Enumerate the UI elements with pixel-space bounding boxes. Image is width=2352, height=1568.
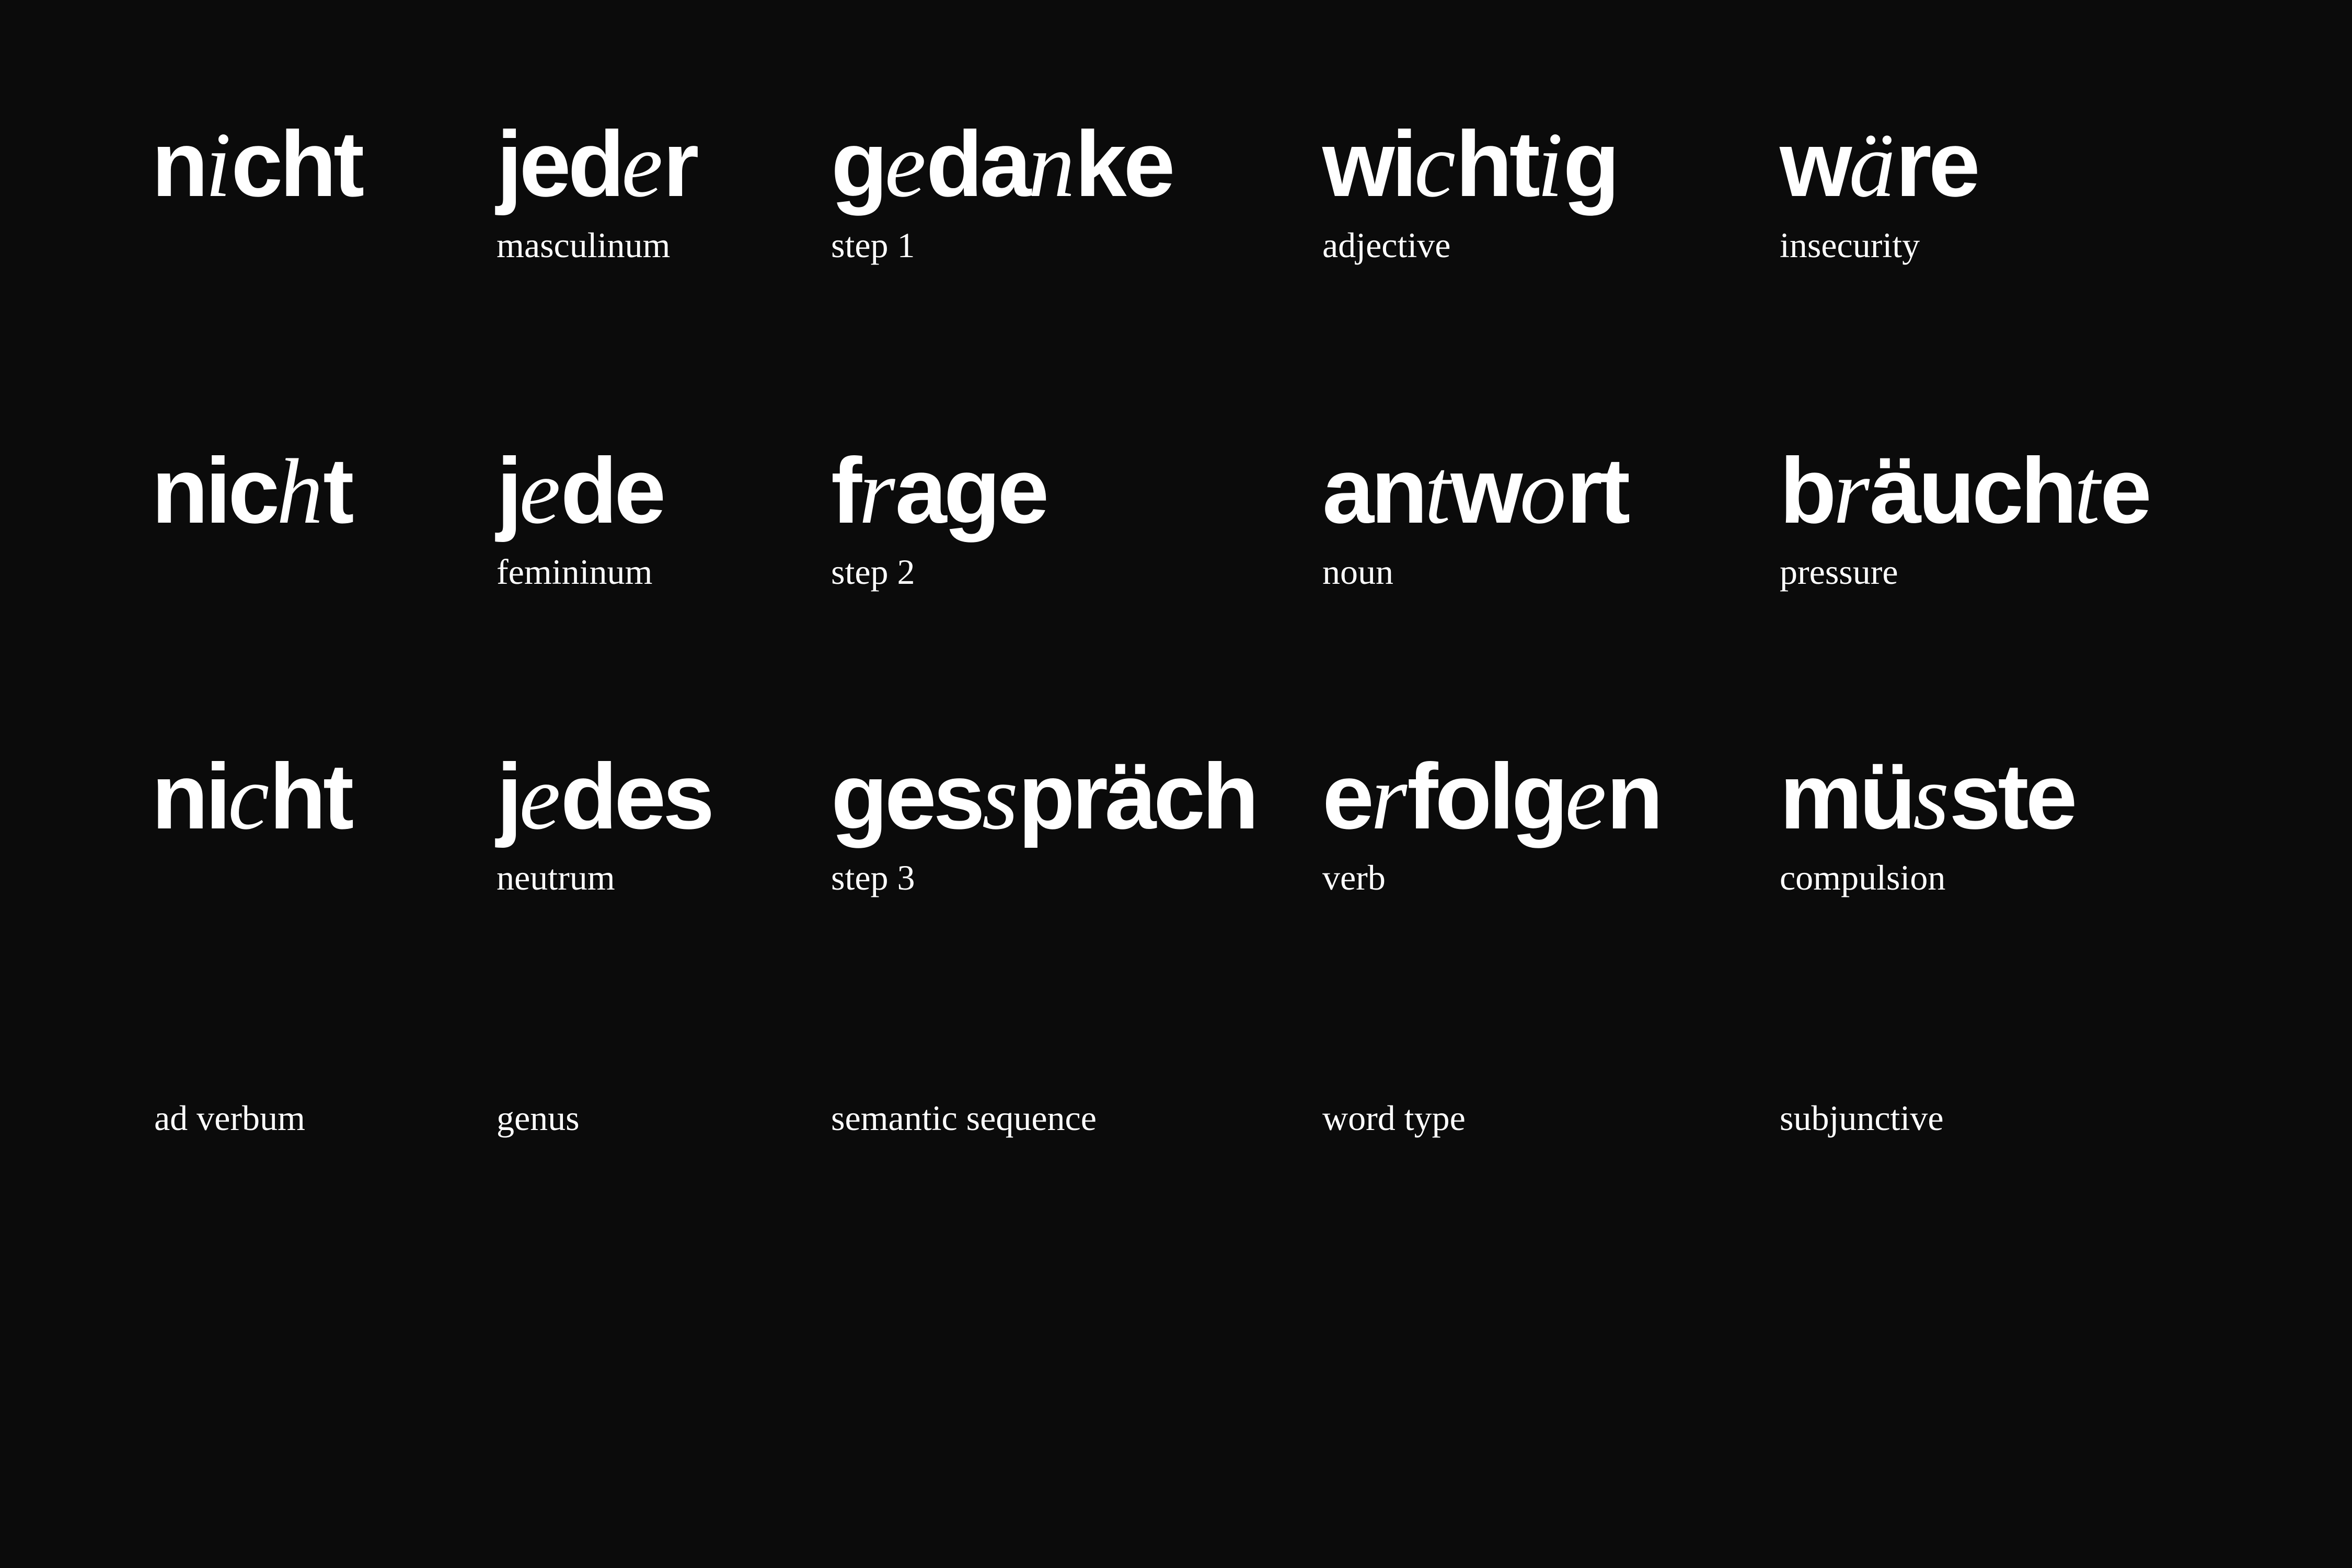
word-label: compulsion: [1780, 858, 1946, 897]
bold-segment: folg: [1407, 744, 1568, 848]
word: nicht: [152, 118, 364, 212]
italic-segment: i: [205, 113, 232, 216]
word: gesspräch: [831, 750, 1259, 844]
word: antwort: [1322, 444, 1630, 538]
italic-segment: r: [1371, 745, 1408, 849]
word-label: step 2: [831, 552, 915, 592]
italic-segment: e: [884, 113, 926, 216]
bold-segment: mü: [1780, 744, 1916, 848]
bold-segment: ste: [1949, 744, 2077, 848]
word: gedanke: [831, 118, 1175, 212]
italic-segment: t: [2074, 440, 2100, 543]
bold-segment: j: [497, 744, 523, 848]
italic-segment: o: [1519, 440, 1566, 543]
page: { "background_color": "#0b0b0b", "text_c…: [0, 0, 2352, 1568]
word: frage: [831, 444, 1049, 538]
column-category: word type: [1322, 1098, 1466, 1138]
bold-segment: n: [152, 112, 209, 216]
bold-segment: de: [560, 439, 666, 543]
italic-segment: e: [519, 440, 561, 543]
italic-segment: ä: [1849, 113, 1896, 216]
word-label: verb: [1322, 858, 1386, 897]
bold-segment: j: [497, 439, 523, 543]
italic-segment: s: [982, 745, 1019, 849]
word: nicht: [152, 750, 354, 844]
bold-segment: e: [2100, 439, 2152, 543]
bold-segment: r: [663, 112, 699, 216]
bold-segment: nic: [152, 439, 280, 543]
word: wäre: [1780, 118, 1980, 212]
italic-segment: e: [1565, 745, 1607, 849]
bold-segment: t: [323, 439, 354, 543]
bold-segment: e: [1322, 744, 1374, 848]
word-label: masculinum: [497, 225, 671, 265]
italic-segment: r: [859, 440, 895, 543]
bold-segment: age: [895, 439, 1050, 543]
bold-segment: rt: [1566, 439, 1631, 543]
word: wichtig: [1322, 118, 1620, 212]
bold-segment: ni: [152, 744, 231, 848]
italic-segment: e: [621, 113, 663, 216]
word-label: insecurity: [1780, 225, 1920, 265]
italic-segment: n: [1028, 113, 1075, 216]
italic-segment: s: [1913, 745, 1950, 849]
bold-segment: ht: [1455, 112, 1540, 216]
italic-segment: c: [228, 745, 270, 849]
italic-segment: i: [1537, 113, 1563, 216]
bold-segment: an: [1322, 439, 1428, 543]
bold-segment: wi: [1322, 112, 1417, 216]
bold-segment: g: [1563, 112, 1620, 216]
italic-segment: e: [519, 745, 561, 849]
word: müsste: [1780, 750, 2078, 844]
bold-segment: g: [831, 112, 888, 216]
word-label: step 1: [831, 225, 915, 265]
bold-segment: w: [1450, 439, 1523, 543]
bold-segment: ke: [1075, 112, 1175, 216]
column-category: semantic sequence: [831, 1098, 1097, 1138]
italic-segment: h: [276, 440, 324, 543]
italic-segment: t: [1424, 440, 1451, 543]
bold-segment: ht: [269, 744, 354, 848]
column-category: ad verbum: [154, 1098, 305, 1138]
bold-segment: da: [926, 112, 1032, 216]
bold-segment: cht: [231, 112, 364, 216]
word: bräuchte: [1780, 444, 2152, 538]
word-label: step 3: [831, 858, 915, 897]
word-label: neutrum: [497, 858, 615, 897]
italic-segment: r: [1833, 440, 1870, 543]
word: nicht: [152, 444, 354, 538]
word: jeder: [497, 118, 699, 212]
bold-segment: f: [831, 439, 862, 543]
word-label: femininum: [497, 552, 653, 592]
bold-segment: re: [1895, 112, 1980, 216]
word-label: noun: [1322, 552, 1393, 592]
word: erfolgen: [1322, 750, 1663, 844]
bold-segment: b: [1780, 439, 1837, 543]
bold-segment: w: [1780, 112, 1852, 216]
italic-segment: c: [1414, 113, 1456, 216]
column-category: subjunctive: [1780, 1098, 1944, 1138]
bold-segment: des: [560, 744, 714, 848]
bold-segment: äuch: [1870, 439, 2077, 543]
bold-segment: präch: [1018, 744, 1259, 848]
bold-segment: jed: [497, 112, 625, 216]
word-label: adjective: [1322, 225, 1451, 265]
word-label: pressure: [1780, 552, 1898, 592]
word: jede: [497, 444, 666, 538]
bold-segment: ges: [831, 744, 985, 848]
word: jedes: [497, 750, 714, 844]
column-category: genus: [497, 1098, 580, 1138]
bold-segment: n: [1606, 744, 1664, 848]
